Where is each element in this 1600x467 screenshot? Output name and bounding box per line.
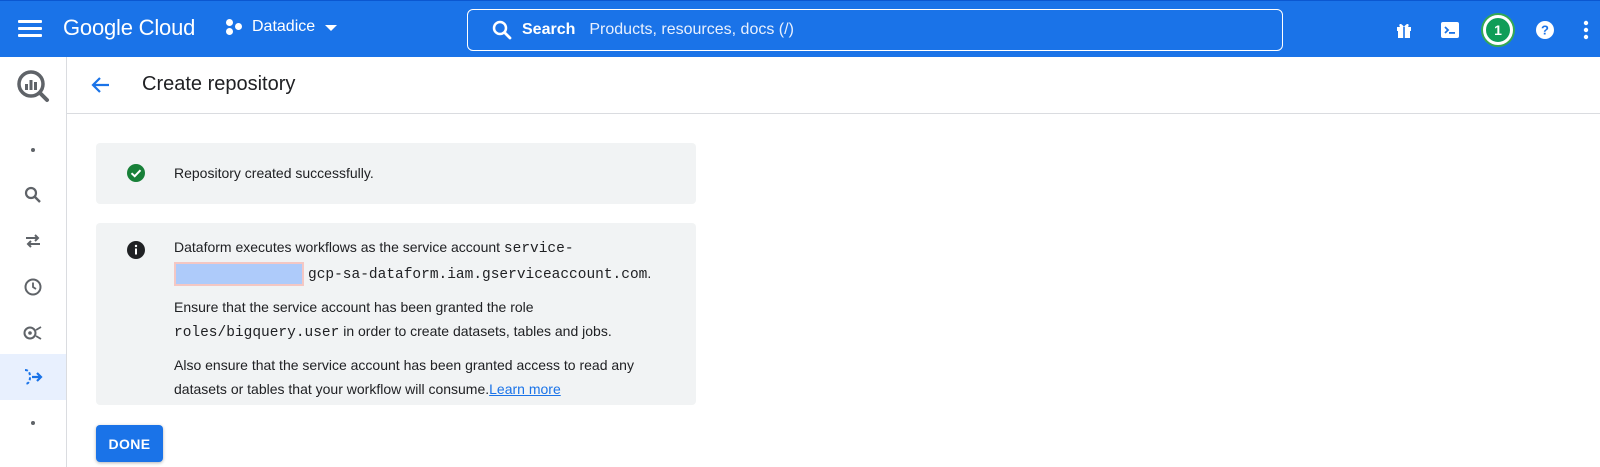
analytics-icon[interactable] bbox=[0, 310, 66, 356]
project-icon bbox=[226, 18, 244, 36]
search-placeholder: Products, resources, docs (/) bbox=[589, 21, 794, 38]
left-navigation-rail bbox=[0, 57, 67, 467]
success-banner: Repository created successfully. bbox=[96, 143, 696, 204]
learn-more-link[interactable]: Learn more bbox=[489, 381, 561, 397]
info-banner: Dataform executes workflows as the servi… bbox=[96, 223, 696, 405]
search-label: Search bbox=[522, 21, 576, 38]
top-app-bar: Google Cloud Datadice Search Products, r… bbox=[0, 0, 1600, 57]
done-button[interactable]: DONE bbox=[96, 425, 163, 462]
chevron-down-icon bbox=[325, 25, 338, 31]
google-cloud-logo[interactable]: Google Cloud bbox=[63, 15, 195, 41]
check-circle-icon bbox=[126, 163, 146, 183]
search-icon bbox=[488, 15, 518, 45]
history-icon[interactable] bbox=[0, 264, 66, 310]
info-icon bbox=[126, 240, 146, 260]
page-title: Create repository bbox=[142, 73, 296, 95]
gift-icon[interactable] bbox=[1392, 18, 1416, 42]
service-account-paragraph: Dataform executes workflows as the servi… bbox=[174, 235, 674, 287]
svg-text:?: ? bbox=[1541, 23, 1549, 38]
help-icon[interactable]: ? bbox=[1533, 18, 1557, 42]
service-account-prefix: service- bbox=[503, 241, 574, 257]
service-account-domain: gcp-sa-dataform.iam.gserviceaccount.com bbox=[308, 267, 648, 283]
access-paragraph: Also ensure that the service account has… bbox=[174, 357, 634, 397]
cloud-shell-icon[interactable] bbox=[1438, 18, 1462, 42]
redacted-project-number bbox=[174, 262, 304, 287]
dataform-icon[interactable] bbox=[0, 354, 66, 400]
project-name: Datadice bbox=[252, 18, 316, 35]
menu-icon[interactable] bbox=[14, 17, 46, 43]
info-message: Dataform executes workflows as the servi… bbox=[174, 235, 674, 409]
dot-icon bbox=[0, 127, 66, 173]
role-name: roles/bigquery.user bbox=[174, 325, 340, 341]
bigquery-logo-icon[interactable] bbox=[0, 61, 66, 111]
back-arrow-icon[interactable] bbox=[89, 73, 113, 97]
dot-icon bbox=[0, 400, 66, 446]
notification-badge[interactable]: 1 bbox=[1483, 15, 1513, 45]
transfer-icon[interactable] bbox=[0, 218, 66, 264]
role-paragraph: Ensure that the service account has been… bbox=[174, 299, 612, 341]
search-icon[interactable] bbox=[0, 172, 66, 218]
project-selector[interactable]: Datadice bbox=[226, 18, 338, 36]
search-input[interactable]: Search Products, resources, docs (/) bbox=[467, 9, 1283, 51]
success-message: Repository created successfully. bbox=[174, 165, 374, 181]
page-header: Create repository bbox=[67, 57, 1600, 114]
more-vert-icon[interactable] bbox=[1578, 18, 1594, 42]
